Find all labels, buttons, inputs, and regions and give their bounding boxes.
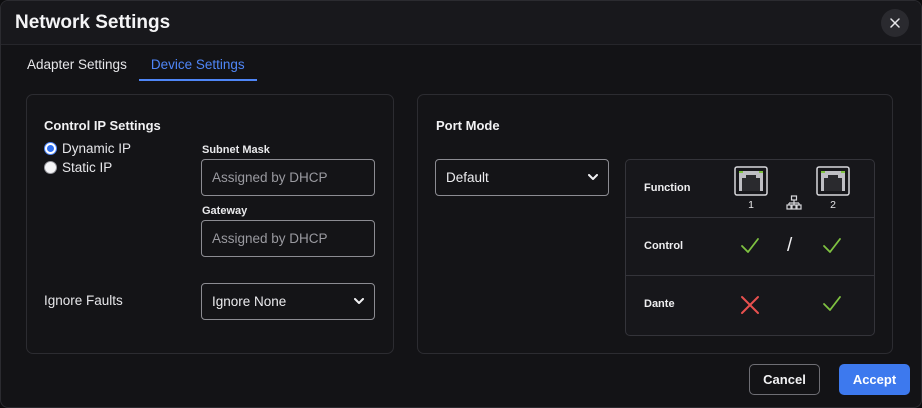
port-function-table: Function 1 2 Control / Dante — [625, 159, 875, 336]
chevron-down-icon — [354, 298, 364, 304]
dialog-title: Network Settings — [15, 12, 171, 33]
port-mode-title: Port Mode — [436, 118, 500, 133]
gateway-input[interactable] — [201, 220, 375, 257]
static-ip-label: Static IP — [62, 160, 113, 175]
cross-icon — [741, 296, 759, 314]
function-header: Function — [644, 182, 691, 194]
tab-adapter-settings[interactable]: Adapter Settings — [15, 47, 139, 81]
dante-row-label: Dante — [644, 298, 675, 310]
ignore-faults-label: Ignore Faults — [44, 293, 123, 308]
port-2-label: 2 — [830, 199, 836, 211]
dynamic-ip-radio[interactable]: Dynamic IP — [44, 141, 131, 156]
close-icon — [890, 18, 900, 28]
table-row-control: Control / — [626, 218, 874, 276]
ethernet-port-icon — [816, 166, 850, 196]
network-icon — [786, 195, 802, 210]
close-button[interactable] — [881, 9, 909, 37]
chevron-down-icon — [588, 174, 598, 180]
control-ip-title: Control IP Settings — [44, 118, 161, 133]
ethernet-port-icon — [734, 166, 768, 196]
radio-checked-indicator — [44, 142, 57, 155]
separator-slash: / — [787, 235, 793, 256]
ignore-faults-select[interactable]: Ignore None — [201, 283, 375, 320]
subnet-mask-input[interactable] — [201, 159, 375, 196]
table-row-dante: Dante — [626, 276, 874, 335]
port-mode-select[interactable]: Default — [435, 159, 609, 196]
check-icon — [741, 238, 759, 253]
port-mode-panel: Port Mode Default Function 1 2 Control /… — [417, 94, 893, 354]
check-icon — [823, 238, 841, 253]
static-ip-radio[interactable]: Static IP — [44, 160, 112, 175]
cancel-button[interactable]: Cancel — [749, 364, 820, 395]
accept-button[interactable]: Accept — [839, 364, 910, 395]
tab-device-settings[interactable]: Device Settings — [138, 47, 257, 81]
tab-bar: Adapter Settings Device Settings — [15, 47, 257, 81]
port-mode-value: Default — [446, 170, 489, 185]
ignore-faults-value: Ignore None — [212, 294, 287, 309]
table-header-row: Function 1 2 — [626, 160, 874, 218]
subnet-mask-label: Subnet Mask — [202, 144, 270, 156]
control-ip-panel: Control IP Settings Dynamic IP Static IP… — [26, 94, 394, 354]
port-1-label: 1 — [748, 199, 754, 211]
gateway-label: Gateway — [202, 205, 248, 217]
radio-unchecked-indicator — [44, 161, 57, 174]
dialog-header: Network Settings — [1, 1, 921, 45]
control-row-label: Control — [644, 240, 684, 252]
dynamic-ip-label: Dynamic IP — [62, 141, 132, 156]
network-settings-dialog: Network Settings Adapter Settings Device… — [0, 0, 922, 408]
check-icon — [823, 296, 841, 311]
